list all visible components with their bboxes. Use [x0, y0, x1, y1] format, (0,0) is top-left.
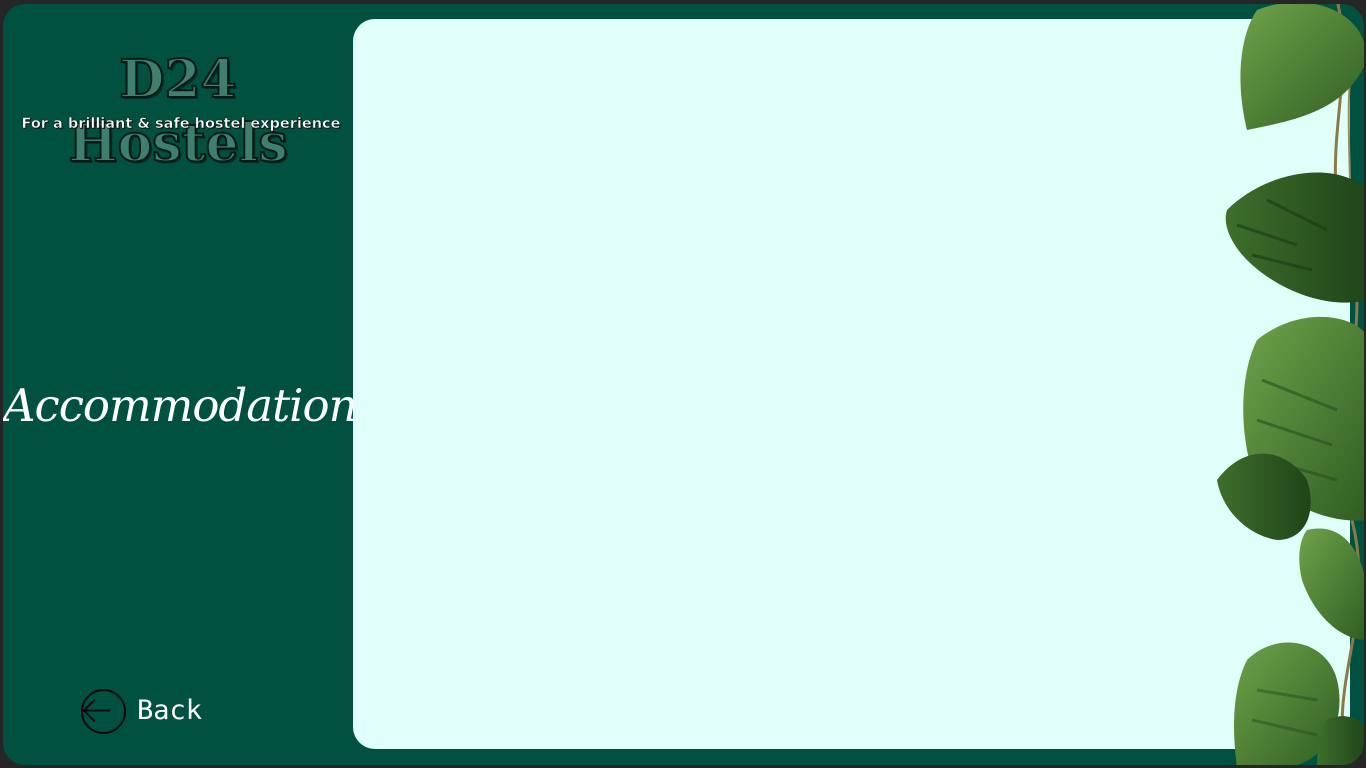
back-button[interactable]: Back — [80, 687, 202, 735]
app-window: D24 Hostels For a brilliant & safe hoste… — [3, 4, 1364, 765]
brand-tagline: For a brilliant & safe hostel experience — [21, 116, 341, 133]
section-title: Accommodations — [3, 379, 380, 432]
brand-title: D24 Hostels — [67, 48, 288, 175]
back-label: Back — [137, 695, 203, 726]
sidebar: D24 Hostels For a brilliant & safe hoste… — [3, 4, 380, 765]
brand-logo: D24 Hostels For a brilliant & safe hoste… — [13, 48, 343, 175]
content-panel — [353, 19, 1350, 749]
arrow-left-circle-icon — [80, 688, 127, 734]
